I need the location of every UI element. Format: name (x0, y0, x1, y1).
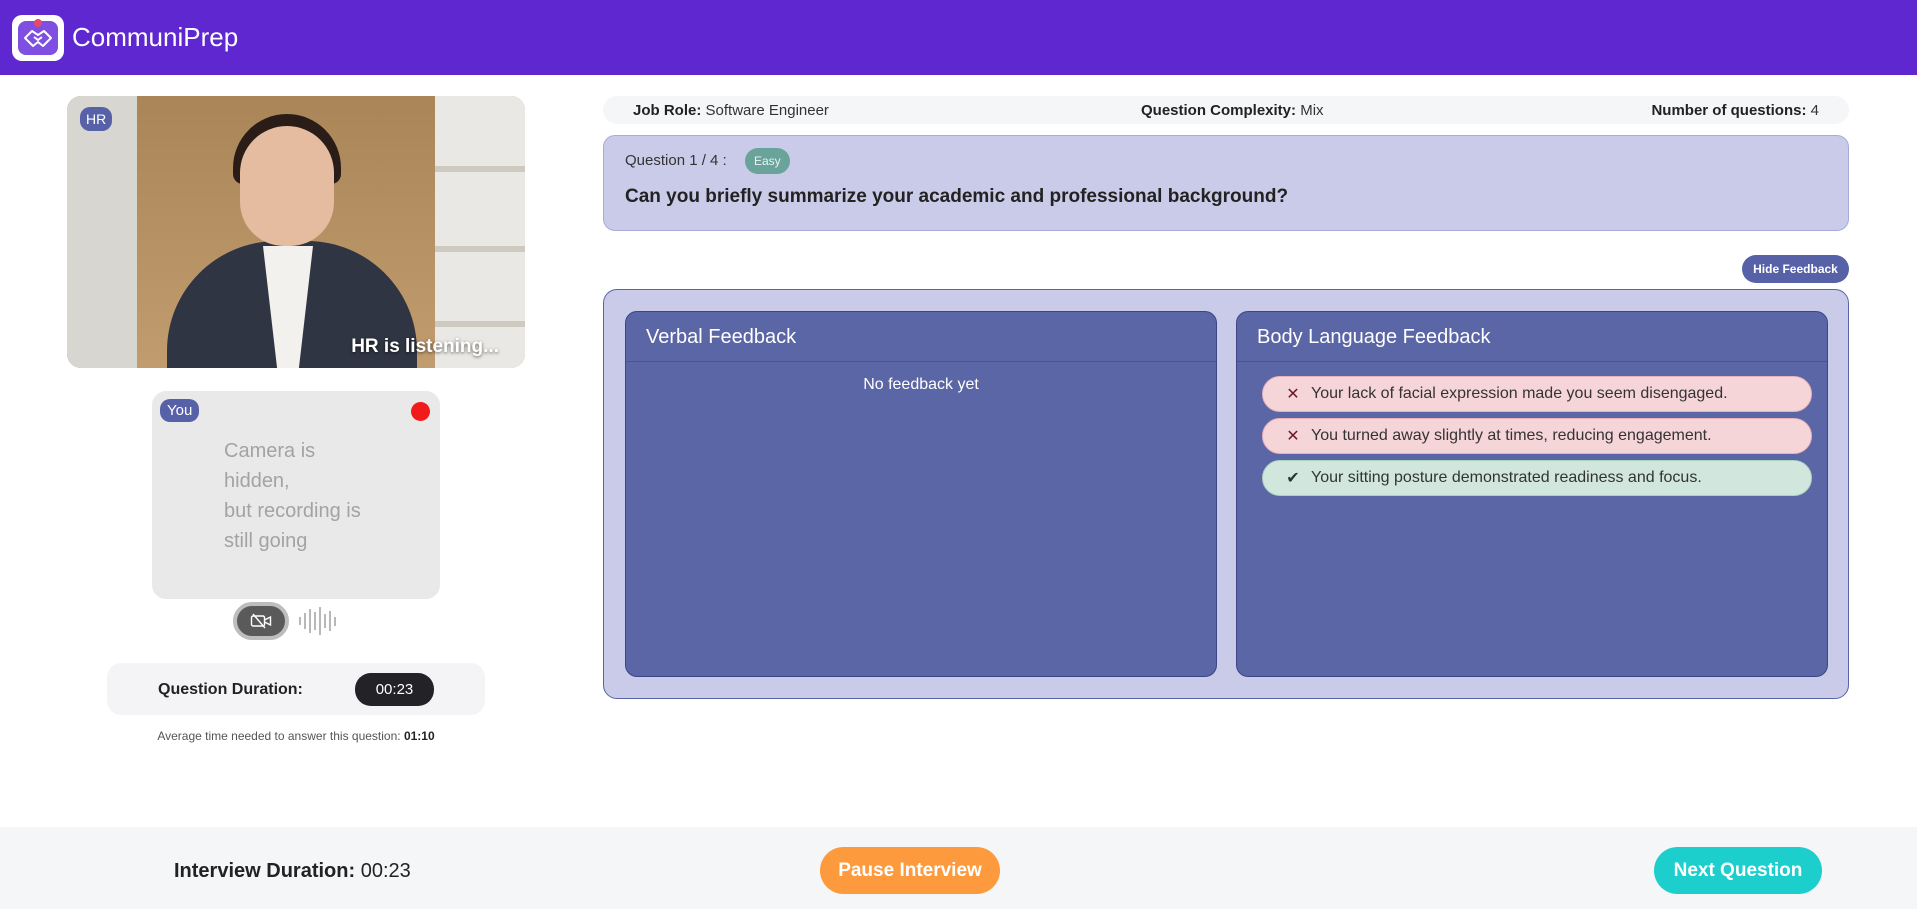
camera-toggle-button[interactable] (233, 602, 289, 640)
next-question-button[interactable]: Next Question (1654, 847, 1822, 894)
video-background-shelf (435, 96, 525, 368)
interviewer-badge: HR (80, 107, 113, 131)
interview-duration-value: 00:23 (360, 860, 411, 882)
interview-duration: Interview Duration: 00:23 (174, 860, 411, 882)
question-duration-label: Question Duration: (158, 681, 303, 698)
app-logo[interactable] (12, 14, 64, 61)
verbal-feedback-panel: Verbal Feedback No feedback yet (625, 311, 1217, 677)
question-duration-value: 00:23 (355, 673, 434, 706)
feedback-section: Verbal Feedback No feedback yet Body Lan… (603, 289, 1849, 699)
pause-interview-button[interactable]: Pause Interview (820, 847, 1000, 894)
verbal-feedback-title: Verbal Feedback (626, 312, 1216, 362)
verbal-feedback-empty: No feedback yet (863, 376, 979, 393)
recording-indicator (411, 402, 430, 421)
cross-icon: ✕ (1286, 386, 1300, 403)
feedback-item-negative: ✕ You turned away slightly at times, red… (1262, 418, 1812, 454)
audio-wave-icon (299, 607, 336, 635)
question-duration-panel: Question Duration: 00:23 (107, 663, 485, 715)
difficulty-badge: Easy (745, 148, 790, 174)
interviewer-avatar-face (240, 126, 334, 246)
body-language-feedback-panel: Body Language Feedback ✕ Your lack of fa… (1236, 311, 1828, 677)
app-title: CommuniPrep (72, 22, 239, 52)
body-language-feedback-list: ✕ Your lack of facial expression made yo… (1237, 362, 1827, 496)
interviewer-status: HR is listening... (351, 336, 499, 357)
interview-info-bar: Job Role: Software Engineer Question Com… (603, 96, 1849, 124)
camera-hidden-message: Camera is hidden, but recording is still… (224, 440, 361, 552)
media-controls (233, 602, 336, 640)
question-count: Number of questions: 4 (1651, 102, 1819, 119)
feedback-item-negative: ✕ Your lack of facial expression made yo… (1262, 376, 1812, 412)
candidate-badge: You (160, 399, 200, 422)
interview-footer: Interview Duration: 00:23 Pause Intervie… (0, 827, 1917, 909)
hide-feedback-button[interactable]: Hide Feedback (1742, 255, 1849, 283)
average-time-value: 01:10 (403, 729, 435, 743)
check-icon: ✔ (1286, 470, 1300, 487)
interviewer-video: HR HR is listening... (67, 96, 525, 368)
question-card: Question 1 / 4 : Easy Can you briefly su… (603, 135, 1849, 231)
feedback-item-positive: ✔ Your sitting posture demonstrated read… (1262, 460, 1812, 496)
body-language-feedback-title: Body Language Feedback (1237, 312, 1827, 362)
question-number: Question 1 / 4 : (625, 152, 727, 169)
camera-off-icon (250, 613, 272, 629)
question-complexity: Question Complexity: Mix (1141, 102, 1324, 119)
job-role: Job Role: Software Engineer (633, 102, 829, 119)
cross-icon: ✕ (1286, 428, 1300, 445)
average-time-note: Average time needed to answer this quest… (157, 729, 435, 743)
app-header: CommuniPrep (0, 0, 1917, 75)
video-background (67, 96, 137, 368)
question-text: Can you briefly summarize your academic … (625, 186, 1289, 207)
candidate-video: You Camera is hidden, but recording is s… (152, 391, 440, 599)
logo-dot (34, 18, 42, 27)
